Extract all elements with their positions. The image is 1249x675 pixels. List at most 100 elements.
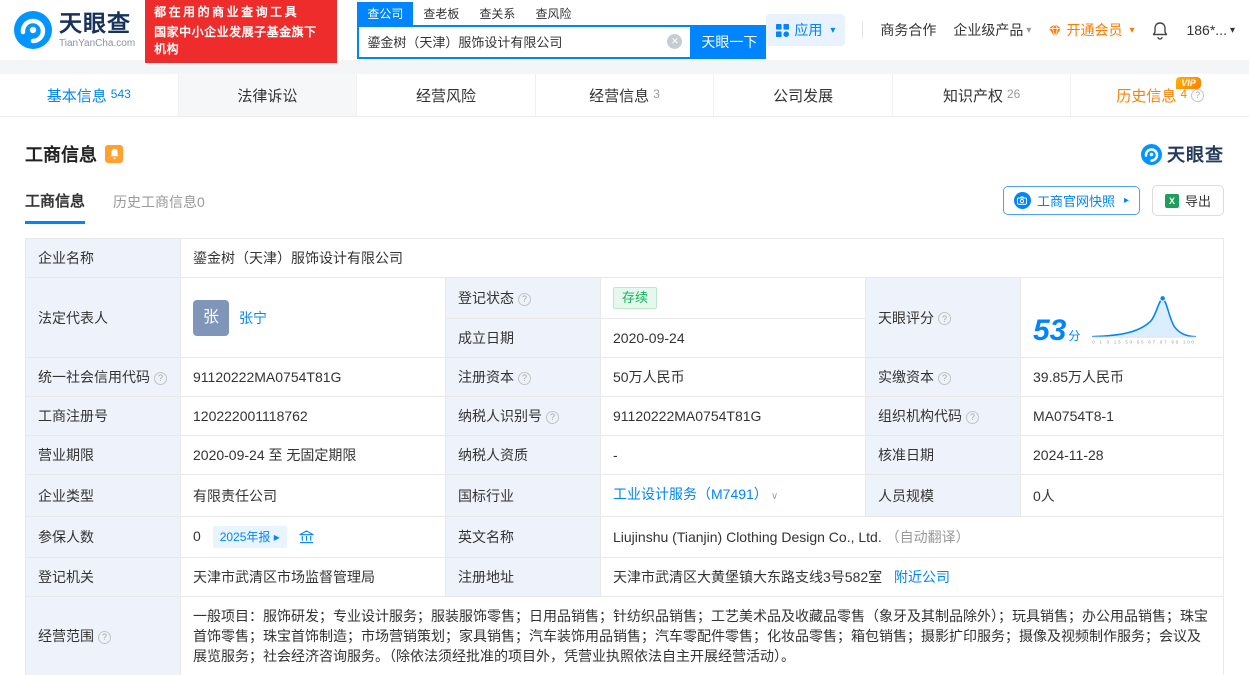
taxpayer-quality-value: - [600,435,866,475]
tianyancha-logo[interactable]: 天眼查 TianYanCha.com [14,11,135,49]
tab-legal-proceedings-label: 法律诉讼 [237,87,298,105]
help-icon[interactable]: ? [154,371,167,385]
help-icon[interactable]: ? [546,410,559,424]
tab-business-info-count: 3 [653,87,660,101]
tab-company-development[interactable]: 公司发展 [714,74,893,116]
export-button[interactable]: X 导出 [1151,185,1224,216]
tab-operational-risk-label: 经营风险 [415,87,476,105]
table-row: 营业期限 2020-09-24 至 无固定期限 纳税人资质 - 核准日期 202… [25,435,1224,475]
header: 天眼查 TianYanCha.com 都在用的商业查询工具 国家中小企业发展子基… [0,0,1249,63]
staff-size-value: 0人 [1020,474,1224,517]
monitor-bell-icon[interactable] [105,145,123,163]
search-button[interactable]: 天眼一下 [692,24,767,59]
approval-date-value: 2024-11-28 [1020,435,1224,475]
address-label: 注册地址 [445,557,601,597]
tab-operational-risk[interactable]: 经营风险 [357,74,536,116]
search-area: 查公司 查老板 查关系 查风险 ✕ 天眼一下 [357,1,767,59]
chevron-right-icon: ▸ [1123,195,1129,206]
business-term-value: 2020-09-24 至 无固定期限 [180,435,446,475]
clear-icon[interactable]: ✕ [667,34,683,49]
social-insurance-icon[interactable] [299,530,314,544]
business-cooperation-label: 商务合作 [880,22,937,38]
insured-cell: 0 2025年报 ▸ [180,516,446,558]
legal-rep-label: 法定代表人 [25,277,181,358]
business-term-label: 营业期限 [25,435,181,475]
tab-intellectual-property-count: 26 [1007,87,1021,101]
search-tab-relation[interactable]: 查关系 [469,2,525,25]
search-input[interactable] [367,34,668,49]
tab-history-info[interactable]: VIP 历史信息 4 ? [1071,74,1249,116]
search-tab-company[interactable]: 查公司 [357,1,414,25]
subtab-row: 工商信息 历史工商信息0 工商官网快照 ▸ X 导出 [0,185,1249,224]
tab-basic-info[interactable]: 基本信息 543 [0,74,179,116]
company-name-value: 鎏金树（天津）服饰设计有限公司 [180,238,1224,278]
subtab-business-registration[interactable]: 工商信息 [25,190,86,224]
search-tab-risk[interactable]: 查风险 [525,2,581,25]
table-row: 参保人数 0 2025年报 ▸ 英文名称 Liujinshu (Tianjin)… [25,516,1224,558]
reg-status-label: 登记状态? [445,277,601,319]
help-icon[interactable]: ? [518,371,531,385]
notification-bell-icon[interactable] [1151,21,1169,40]
enterprise-products-menu[interactable]: 企业级产品 ▾ [953,20,1031,40]
account-menu[interactable]: 186*... ▾ [1186,22,1235,38]
annual-report-badge[interactable]: 2025年报 ▸ [212,526,287,548]
export-label: 导出 [1184,194,1211,209]
section-header: 工商信息 天眼查 [0,117,1249,167]
help-icon[interactable]: ? [98,630,111,644]
search-row: ✕ 天眼一下 [357,24,767,59]
est-date-value: 2020-09-24 [600,318,866,358]
table-row: 法定代表人 张 张宁 登记状态? 存续 天眼评分? 53 分 0 1 3 15 … [25,277,1224,358]
legal-rep-link[interactable]: 张宁 [239,308,267,328]
vip-upgrade-menu[interactable]: 开通会员 ▾ [1048,20,1134,40]
chevron-down-icon: ▾ [1229,24,1235,36]
help-icon[interactable]: ? [518,292,531,306]
page: 天眼查 TianYanCha.com 都在用的商业查询工具 国家中小企业发展子基… [0,0,1249,675]
apps-menu[interactable]: 应用 ▾ [766,14,846,46]
score-label: 天眼评分? [865,277,1021,358]
tab-business-info[interactable]: 经营信息 3 [536,74,715,116]
promo-line-1: 都在用的商业查询工具 [154,5,300,19]
promo-banner: 都在用的商业查询工具 国家中小企业发展子基金旗下机构 [145,0,338,63]
official-snapshot-button[interactable]: 工商官网快照 ▸ [1002,186,1140,215]
score-value: 53 分 [1033,313,1081,347]
reg-authority-label: 登记机关 [25,557,181,597]
nearby-companies-link[interactable]: 附近公司 [894,569,950,585]
table-row: 统一社会信用代码? 91120222MA0754T81G 注册资本? 50万人民… [25,357,1224,397]
reg-number-value: 120222001118762 [180,396,446,436]
business-cooperation-link[interactable]: 商务合作 [880,20,936,40]
help-icon[interactable]: ? [938,371,951,385]
table-row: 企业名称 鎏金树（天津）服饰设计有限公司 [25,238,1224,278]
search-tab-boss[interactable]: 查老板 [413,2,469,25]
business-scope-label: 经营范围? [25,596,181,675]
legal-rep-avatar[interactable]: 张 [193,299,229,336]
tab-intellectual-property[interactable]: 知识产权 26 [893,74,1072,116]
logo-subtitle: TianYanCha.com [59,37,136,49]
svg-text:0 1 3 15 50 65 87 97 99 100: 0 1 3 15 50 65 87 97 99 100 [1092,339,1194,344]
insured-value: 0 [193,528,201,544]
score-distribution-chart: 0 1 3 15 50 65 87 97 99 100 [1092,294,1197,344]
search-box: ✕ [357,24,693,59]
help-icon[interactable]: ? [1191,88,1205,102]
company-info-table: 企业名称 鎏金树（天津）服饰设计有限公司 法定代表人 张 张宁 登记状态? 存续… [25,238,1224,675]
main-content: 工商信息 天眼查 工商信息 历史工商信息0 工商官网快照 ▸ X 导出 企业名称… [0,117,1249,675]
logo-text: 天眼查 TianYanCha.com [59,11,136,49]
auto-translate-note: （自动翻译） [885,529,970,545]
tab-legal-proceedings[interactable]: 法律诉讼 [178,74,358,116]
reg-number-label: 工商注册号 [25,396,181,436]
company-type-label: 企业类型 [25,474,181,517]
tab-basic-info-label: 基本信息 [46,87,107,105]
est-date-label: 成立日期 [445,318,601,358]
reg-authority-value: 天津市武清区市场监督管理局 [180,557,446,597]
english-name-value: Liujinshu (Tianjin) Clothing Design Co.,… [613,529,882,545]
help-icon[interactable]: ? [938,312,951,325]
address-cell: 天津市武清区大黄堡镇大东路支线3号582室 附近公司 [600,557,1224,597]
chevron-down-icon: ▾ [830,24,836,36]
taxpayer-id-value: 91120222MA0754T81G [600,396,866,436]
taxpayer-id-label: 纳税人识别号? [445,396,601,436]
subtab-history-registration[interactable]: 历史工商信息0 [113,192,205,224]
help-icon[interactable]: ? [966,410,979,424]
tab-intellectual-property-label: 知识产权 [942,87,1003,105]
industry-link[interactable]: 工业设计服务（M7491） [613,486,768,502]
search-tabs: 查公司 查老板 查关系 查风险 [357,1,766,25]
company-nav-tabs: 基本信息 543 法律诉讼 经营风险 经营信息 3 公司发展 知识产权 26 V… [0,74,1249,117]
